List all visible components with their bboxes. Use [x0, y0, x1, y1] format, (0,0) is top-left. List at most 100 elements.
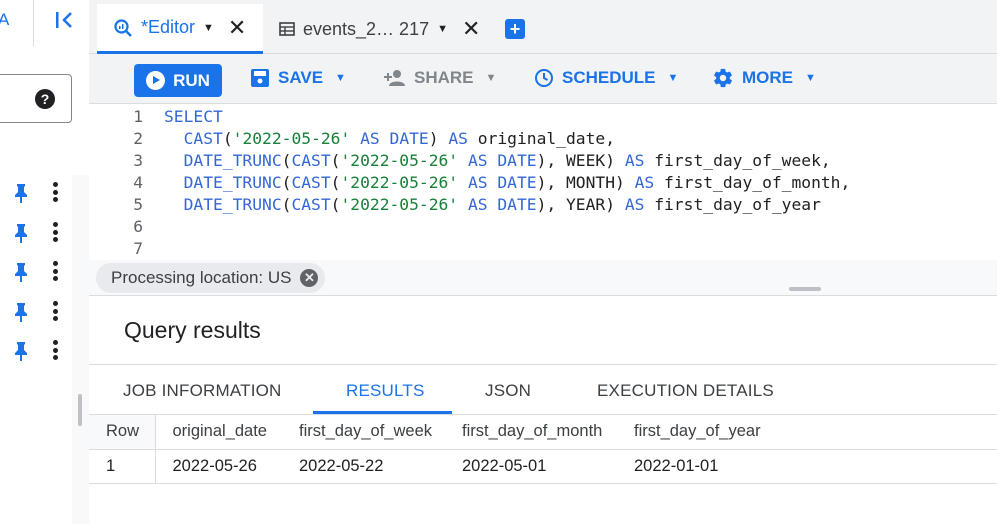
tab-results[interactable]: RESULTS [346, 381, 425, 401]
processing-location-chip[interactable]: Processing location: US ✕ [96, 263, 326, 293]
collapse-left-icon[interactable] [54, 9, 76, 31]
table-row: 1 2022-05-26 2022-05-22 2022-05-01 2022-… [89, 449, 997, 484]
divider [33, 0, 34, 46]
divider [89, 364, 997, 365]
code-line[interactable]: 7 [89, 239, 997, 261]
run-button[interactable]: RUN [134, 64, 222, 97]
table-cell: 2022-05-26 [155, 449, 282, 484]
table-icon [279, 22, 295, 36]
code-text: CAST('2022-05-26' AS DATE) AS original_d… [183, 129, 616, 148]
pin-icon[interactable] [12, 262, 30, 282]
save-label: SAVE [278, 68, 324, 87]
more-vert-icon[interactable] [50, 340, 60, 362]
code-line[interactable]: 4 DATE_TRUNC(CAST('2022-05-26' AS DATE),… [89, 173, 997, 195]
tab-job-information[interactable]: JOB INFORMATION [123, 381, 282, 401]
share-button[interactable]: SHARE ▼ [384, 68, 496, 88]
table-cell: 2022-05-22 [282, 449, 445, 484]
column-header: first_day_of_month [445, 415, 617, 450]
tab-execution-details[interactable]: EXECUTION DETAILS [597, 381, 774, 401]
code-line[interactable]: 6 [89, 217, 997, 239]
tab-json[interactable]: JSON [485, 381, 531, 401]
chevron-down-icon[interactable]: ▼ [203, 22, 214, 34]
line-number: 5 [133, 195, 143, 214]
help-icon[interactable]: ? [35, 89, 55, 109]
new-tab-button[interactable]: + [505, 19, 525, 39]
more-vert-icon[interactable] [50, 261, 60, 283]
sql-editor[interactable]: 1 SELECT 2 CAST('2022-05-26' AS DATE) AS o… [89, 104, 997, 260]
person-add-icon [384, 70, 405, 86]
line-number: 6 [133, 217, 143, 236]
chevron-down-icon: ▼ [335, 72, 346, 84]
tab-label: *Editor [141, 17, 196, 37]
chevron-down-icon: ▼ [805, 72, 816, 84]
rail-label: A [0, 10, 10, 29]
left-rail-header: A [0, 0, 89, 52]
code-line[interactable]: 1 SELECT [89, 107, 997, 129]
more-label: MORE [742, 68, 793, 87]
chevron-down-icon[interactable]: ▼ [437, 23, 448, 35]
code-line[interactable]: 2 CAST('2022-05-26' AS DATE) AS original… [89, 129, 997, 151]
results-table: Row original_date first_day_of_week firs… [89, 415, 997, 484]
code-text: SELECT [164, 107, 223, 126]
play-icon [146, 71, 166, 90]
save-button[interactable]: SAVE ▼ [250, 68, 346, 88]
line-number: 1 [133, 107, 143, 126]
column-header: original_date [155, 415, 282, 450]
more-vert-icon[interactable] [50, 222, 60, 244]
tab-editor[interactable]: *Editor ▼ ✕ [97, 4, 263, 54]
processing-location-label: Processing location: US [111, 268, 292, 287]
query-icon [114, 18, 132, 37]
close-icon[interactable]: ✕ [462, 16, 480, 42]
chevron-down-icon: ▼ [667, 72, 679, 84]
more-vert-icon[interactable] [50, 301, 60, 323]
pin-icon[interactable] [12, 183, 30, 203]
gear-icon [714, 68, 732, 88]
column-header: Row [89, 415, 156, 450]
column-header: first_day_of_week [282, 415, 445, 450]
explorer-search-box[interactable]: ? [0, 74, 72, 123]
more-vert-icon[interactable] [50, 182, 60, 204]
column-header: first_day_of_year [617, 415, 997, 450]
line-number: 7 [133, 239, 143, 258]
tab-events-table[interactable]: events_2… 217 ▼ ✕ [279, 4, 480, 54]
code-text: DATE_TRUNC(CAST('2022-05-26' AS DATE), Y… [183, 195, 821, 214]
clock-icon [535, 69, 553, 87]
query-results-panel: Query results JOB INFORMATION RESULTS JS… [89, 297, 997, 524]
pin-icon[interactable] [12, 341, 30, 361]
editor-toolbar: RUN SAVE ▼ SHARE ▼ SCHEDULE ▼ MORE ▼ [89, 54, 997, 104]
pin-icon[interactable] [12, 223, 30, 243]
resize-grip[interactable] [78, 394, 82, 426]
resize-handle[interactable] [789, 287, 821, 291]
close-icon[interactable]: ✕ [228, 15, 246, 41]
table-header-row: Row original_date first_day_of_week firs… [89, 415, 997, 450]
schedule-button[interactable]: SCHEDULE ▼ [534, 68, 678, 88]
pinned-item[interactable] [0, 331, 89, 371]
table-cell: 2022-01-01 [617, 449, 997, 484]
line-number: 2 [133, 129, 143, 148]
editor-tabs-bar: *Editor ▼ ✕ events_2… 217 ▼ ✕ + [89, 0, 997, 54]
pinned-item[interactable] [0, 213, 89, 253]
tab-label: events_2… 217 [303, 18, 430, 39]
chevron-down-icon: ▼ [485, 72, 497, 84]
pinned-item[interactable] [0, 252, 89, 292]
table-cell: 2022-05-01 [445, 449, 617, 484]
table-cell: 1 [89, 449, 156, 484]
processing-location-row: Processing location: US ✕ [89, 260, 997, 296]
line-number: 3 [133, 151, 143, 170]
code-line[interactable]: 5 DATE_TRUNC(CAST('2022-05-26' AS DATE),… [89, 195, 997, 217]
save-icon [251, 69, 269, 87]
pinned-item[interactable] [0, 292, 89, 332]
pin-icon[interactable] [12, 302, 30, 322]
share-label: SHARE [414, 68, 474, 87]
more-button[interactable]: MORE ▼ [712, 67, 816, 89]
left-rail: A ? [0, 0, 89, 524]
code-text: DATE_TRUNC(CAST('2022-05-26' AS DATE), W… [183, 151, 831, 170]
run-label: RUN [173, 70, 210, 90]
code-text: DATE_TRUNC(CAST('2022-05-26' AS DATE), M… [183, 173, 851, 192]
close-icon[interactable]: ✕ [300, 269, 319, 287]
results-title: Query results [124, 317, 261, 343]
line-number: 4 [133, 173, 143, 192]
pinned-item[interactable] [0, 173, 89, 213]
schedule-label: SCHEDULE [562, 68, 656, 87]
code-line[interactable]: 3 DATE_TRUNC(CAST('2022-05-26' AS DATE),… [89, 151, 997, 173]
